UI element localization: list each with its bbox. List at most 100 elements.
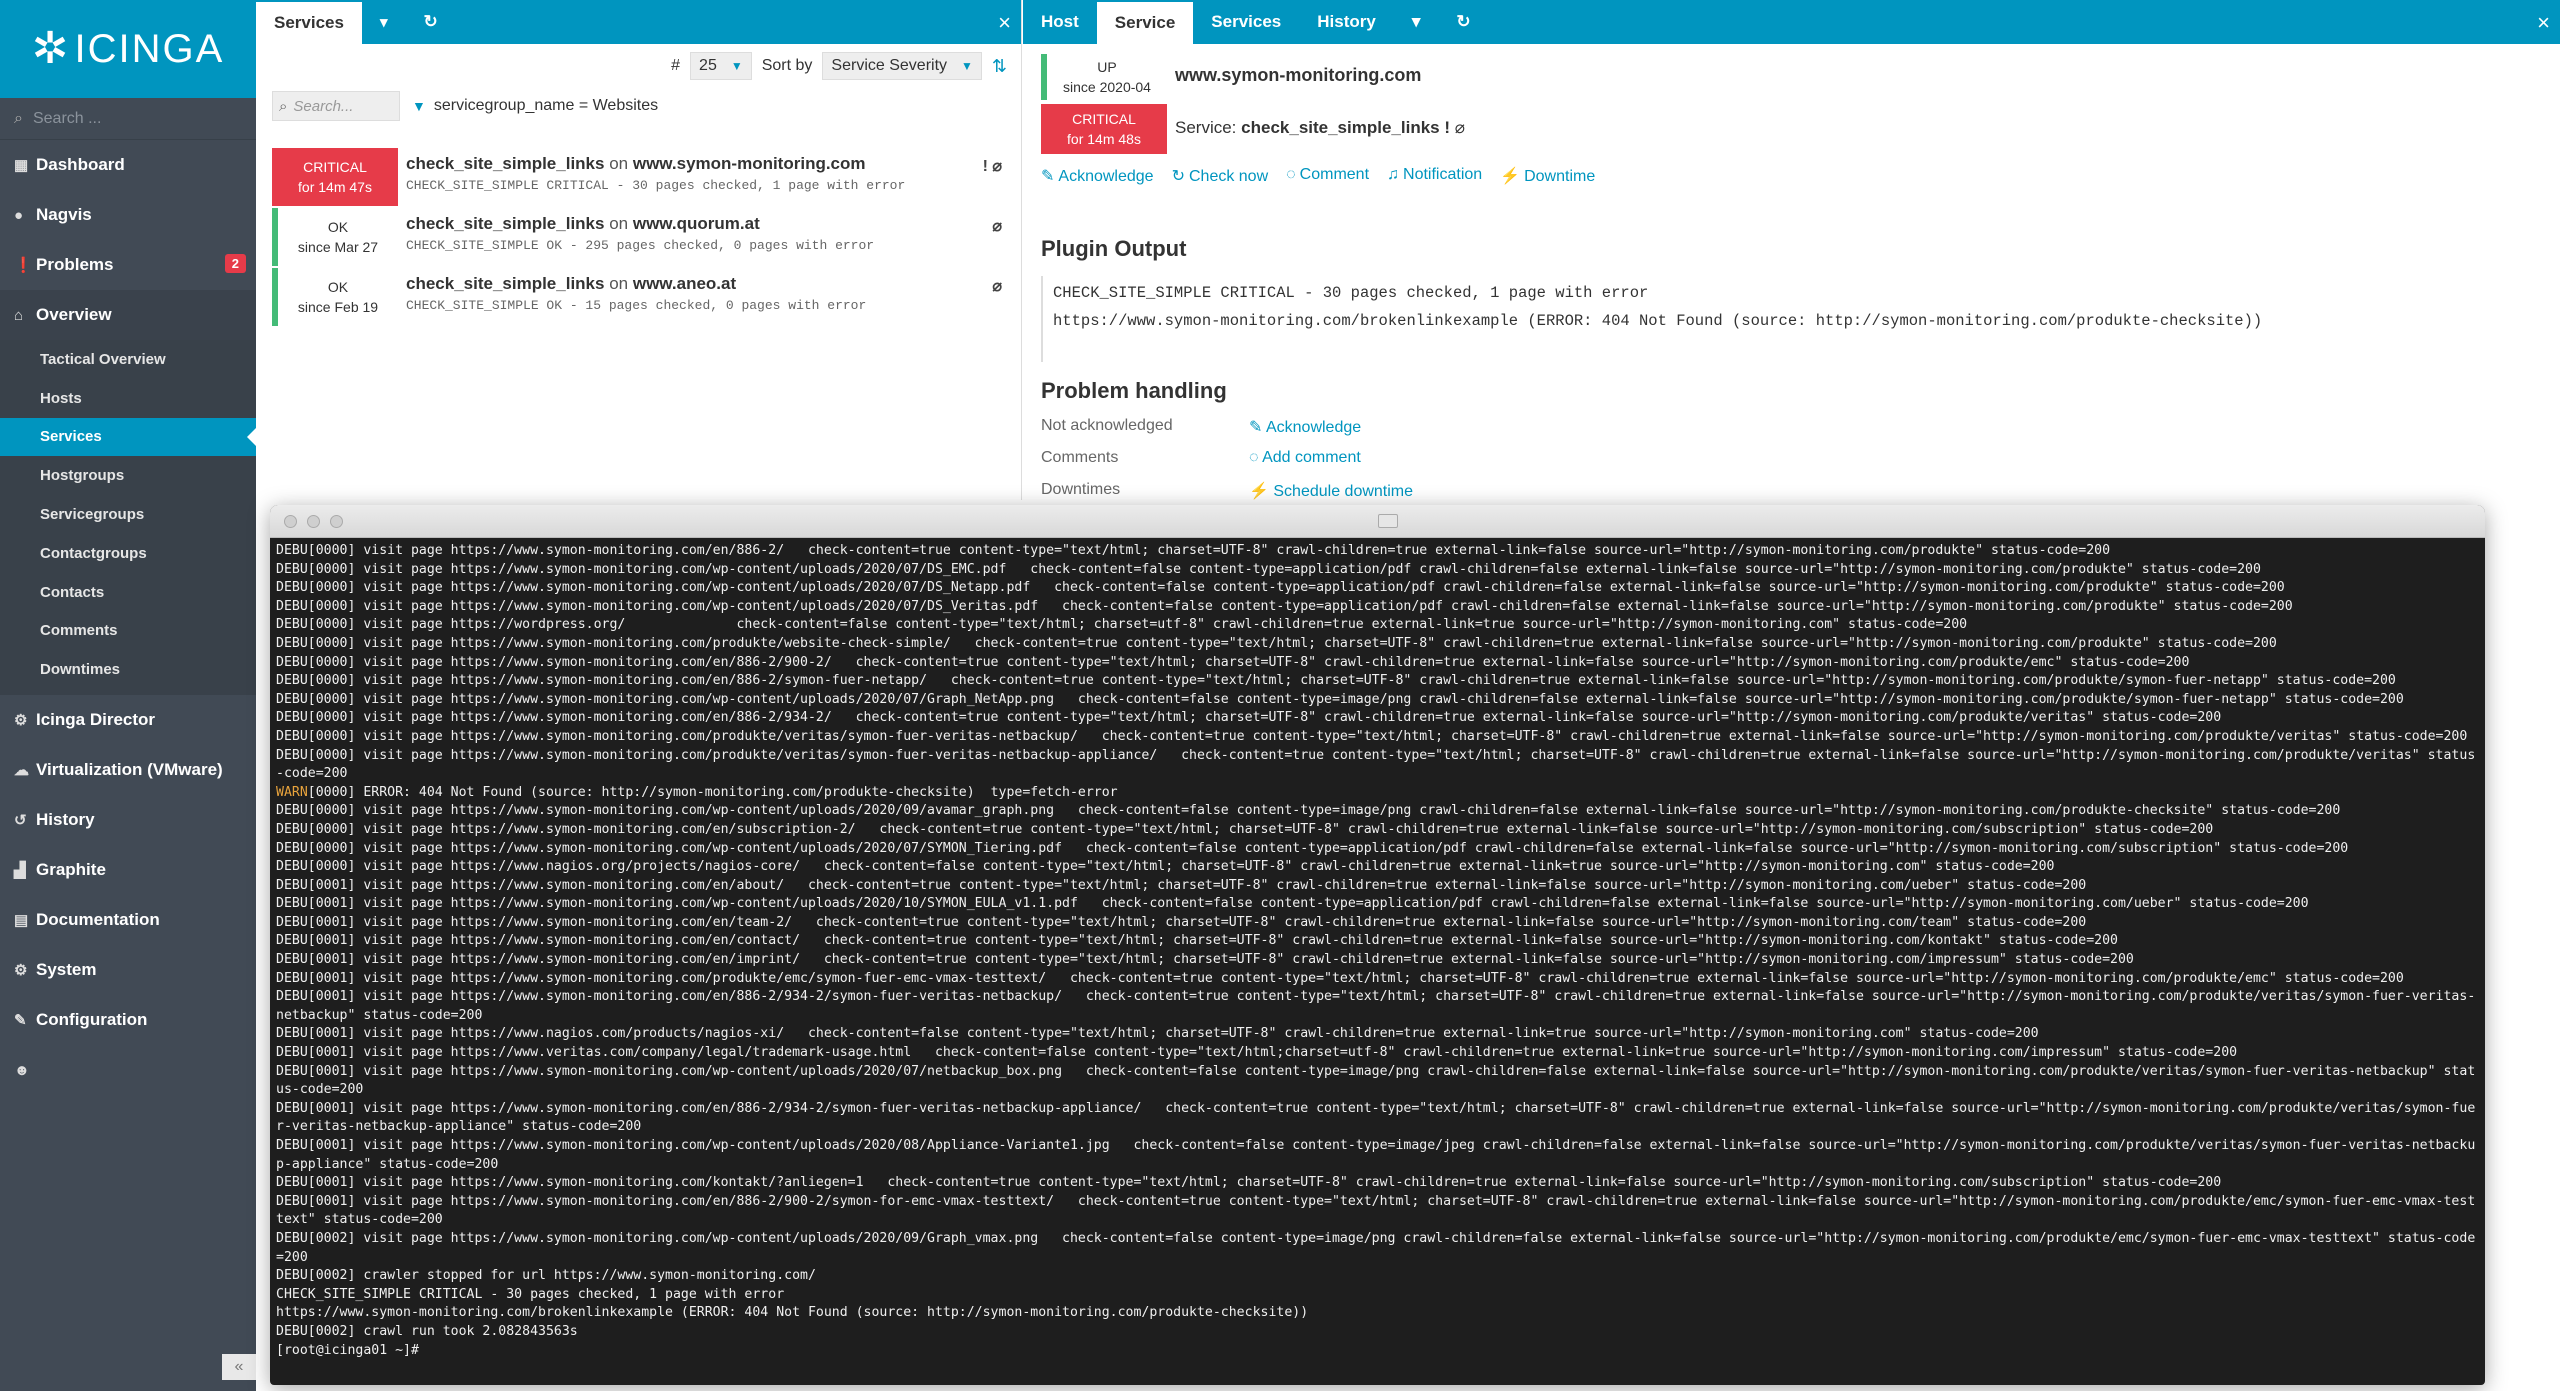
refresh-button[interactable]: ↻: [1438, 0, 1488, 44]
search-placeholder: Search...: [293, 97, 354, 115]
sidebar-item-label: Icinga Director: [36, 710, 156, 730]
add-comment-link[interactable]: ◌ Add comment: [1249, 449, 1361, 467]
terminal-line: DEBU[0002] crawler stopped for url https…: [276, 1268, 816, 1284]
terminal-line: DEBU[0000] visit page https://www.symon-…: [276, 598, 2293, 614]
sidebar-subitem-tactical-overview[interactable]: Tactical Overview: [0, 340, 256, 379]
sidebar-subitem-contacts[interactable]: Contacts: [0, 573, 256, 612]
sidebar-item-history[interactable]: ↺ History: [0, 795, 256, 845]
notification-action[interactable]: ♫ Notification: [1387, 166, 1482, 186]
plug-icon: ⚡: [1500, 168, 1521, 185]
sidebar-item-label: Problems: [36, 255, 114, 274]
window-zoom-button[interactable]: [330, 514, 343, 528]
state-duration: for 14m 47s: [298, 179, 372, 195]
close-icon[interactable]: ×: [2537, 10, 2550, 36]
sidebar-item-label: Virtualization (VMware): [36, 760, 223, 780]
tab-dropdown[interactable]: ▾: [362, 0, 406, 44]
acknowledge-link-label: Acknowledge: [1265, 419, 1362, 436]
service-state-label: CRITICAL: [1072, 111, 1136, 127]
terminal-window[interactable]: DEBU[0000] visit page https://www.symon-…: [270, 505, 2485, 1385]
limit-select[interactable]: 25 ▼: [690, 52, 752, 80]
sidebar-subitem-servicegroups[interactable]: Servicegroups: [0, 495, 256, 534]
limit-value: 25: [699, 57, 717, 74]
sidebar-item-label: Overview: [36, 305, 112, 324]
notification-action-label: Notification: [1403, 166, 1483, 183]
sidebar-subitem-services[interactable]: Services: [0, 417, 257, 457]
service-row[interactable]: CRITICAL for 14m 47s check_site_simple_l…: [272, 148, 1008, 206]
sidebar-collapse-button[interactable]: «: [222, 1354, 256, 1380]
terminal-line: DEBU[0001] visit page https://www.symon-…: [276, 1175, 2222, 1191]
sidebar-search-placeholder: Search ...: [32, 109, 102, 127]
terminal-line: DEBU[0000] visit page https://www.symon-…: [276, 747, 2476, 782]
state-label: CRITICAL: [303, 159, 367, 175]
acknowledge-action[interactable]: ✎ Acknowledge: [1041, 166, 1154, 186]
overview-icon: ⌂: [14, 306, 24, 324]
vmware-icon: ☁: [14, 762, 29, 780]
sidebar-item-user[interactable]: ☻: [0, 1045, 256, 1095]
sidebar-subitem-hostgroups[interactable]: Hostgroups: [0, 456, 256, 495]
tab-dropdown[interactable]: ▾: [1394, 0, 1439, 44]
acknowledge-action-label: Acknowledge: [1058, 168, 1154, 185]
host-name: www.aneo.at: [632, 274, 737, 293]
sidebar-item-icinga-director[interactable]: ⚙ Icinga Director: [0, 695, 256, 745]
downtime-action[interactable]: ⚡ Downtime: [1500, 166, 1595, 186]
terminal-output[interactable]: DEBU[0000] visit page https://www.symon-…: [270, 538, 2485, 1384]
terminal-proxy-icon: [1377, 514, 1398, 528]
close-icon[interactable]: ×: [998, 10, 1011, 36]
tab-service[interactable]: Service: [1096, 2, 1194, 44]
sidebar-subitem-contactgroups[interactable]: Contactgroups: [0, 534, 256, 573]
sidebar-item-system[interactable]: ⚙ System: [0, 945, 256, 995]
search-input[interactable]: ⌕ Search...: [272, 91, 400, 121]
acknowledge-link[interactable]: ✎ Acknowledge: [1249, 417, 1361, 437]
sidebar-item-overview[interactable]: ⌂ Overview: [0, 290, 256, 340]
sidebar-item-dashboard[interactable]: ▦ Dashboard: [0, 140, 256, 190]
service-title: check_site_simple_links on www.aneo.at: [406, 274, 1008, 294]
sidebar-item-nagvis[interactable]: ● Nagvis: [0, 190, 256, 240]
logo-text: ICINGA: [74, 26, 225, 71]
icinga-logo[interactable]: ✲ ICINGA: [0, 0, 256, 98]
problem-row-comments: Comments ◌ Add comment: [1041, 449, 1361, 467]
comment-icon: ◌: [1286, 166, 1296, 183]
sidebar-item-documentation[interactable]: ▤ Documentation: [0, 895, 256, 945]
comment-action[interactable]: ◌ Comment: [1286, 166, 1369, 186]
check-now-action[interactable]: ↻ Check now: [1172, 166, 1269, 186]
terminal-line: WARN[0000] ERROR: 404 Not Found (source:…: [276, 784, 1118, 800]
sidebar-item-problems[interactable]: ❗ Problems 2: [0, 240, 256, 290]
service-row[interactable]: OK since Feb 19 check_site_simple_links …: [272, 268, 1008, 326]
tab-services[interactable]: Services: [256, 2, 362, 44]
sort-select[interactable]: Service Severity ▼: [822, 52, 982, 80]
filter-text: servicegroup_name = Websites: [433, 97, 659, 114]
schedule-downtime-link[interactable]: ⚡ Schedule downtime: [1249, 481, 1413, 501]
sort-direction-icon[interactable]: ⇅: [992, 56, 1007, 77]
sidebar-subitem-downtimes[interactable]: Downtimes: [0, 650, 256, 689]
sidebar-item-virtualization[interactable]: ☁ Virtualization (VMware): [0, 745, 256, 795]
filter-editor-link[interactable]: ▼ servicegroup_name = Websites: [412, 97, 658, 115]
tab-history[interactable]: History: [1299, 0, 1394, 44]
services-list-panel: Services ▾ ↻ × # 25 ▼ Sort by Service Se…: [256, 0, 1022, 500]
sidebar-subitem-comments[interactable]: Comments: [0, 612, 256, 651]
sidebar-search-input[interactable]: ⌕ Search ...: [0, 98, 256, 140]
terminal-line: DEBU[0000] visit page https://www.symon-…: [276, 710, 2222, 726]
terminal-line: DEBU[0000] visit page https://www.symon-…: [276, 673, 2396, 689]
window-close-button[interactable]: [284, 514, 297, 528]
sidebar-item-graphite[interactable]: ▟ Graphite: [0, 845, 256, 895]
host-name: www.quorum.at: [632, 214, 760, 233]
service-output: CHECK_SITE_SIMPLE CRITICAL - 30 pages ch…: [406, 178, 906, 193]
bell-icon: ♫: [1387, 166, 1400, 183]
refresh-button[interactable]: ↻: [405, 0, 455, 44]
state-duration: since Mar 27: [297, 239, 379, 255]
service-row[interactable]: OK since Mar 27 check_site_simple_links …: [272, 208, 1008, 266]
sidebar-item-configuration[interactable]: ✎ Configuration: [0, 995, 256, 1045]
flapping-icon: ⌀: [1454, 118, 1466, 137]
terminal-line: DEBU[0001] visit page https://www.symon-…: [276, 914, 2087, 930]
plugin-output: CHECK_SITE_SIMPLE CRITICAL - 30 pages ch…: [1041, 276, 2551, 362]
terminal-titlebar[interactable]: [270, 505, 2485, 538]
host-name-link[interactable]: www.symon-monitoring.com: [1175, 65, 1421, 86]
window-minimize-button[interactable]: [307, 514, 320, 528]
terminal-line: DEBU[0002] visit page https://www.symon-…: [276, 1230, 2476, 1265]
tab-host[interactable]: Host: [1023, 0, 1097, 44]
sidebar-subitem-hosts[interactable]: Hosts: [0, 379, 256, 418]
tab-services[interactable]: Services: [1193, 0, 1299, 44]
search-icon: ⌕: [14, 109, 23, 127]
history-icon: ↺: [14, 812, 27, 830]
terminal-line: DEBU[0001] visit page https://www.symon-…: [276, 1063, 2476, 1098]
